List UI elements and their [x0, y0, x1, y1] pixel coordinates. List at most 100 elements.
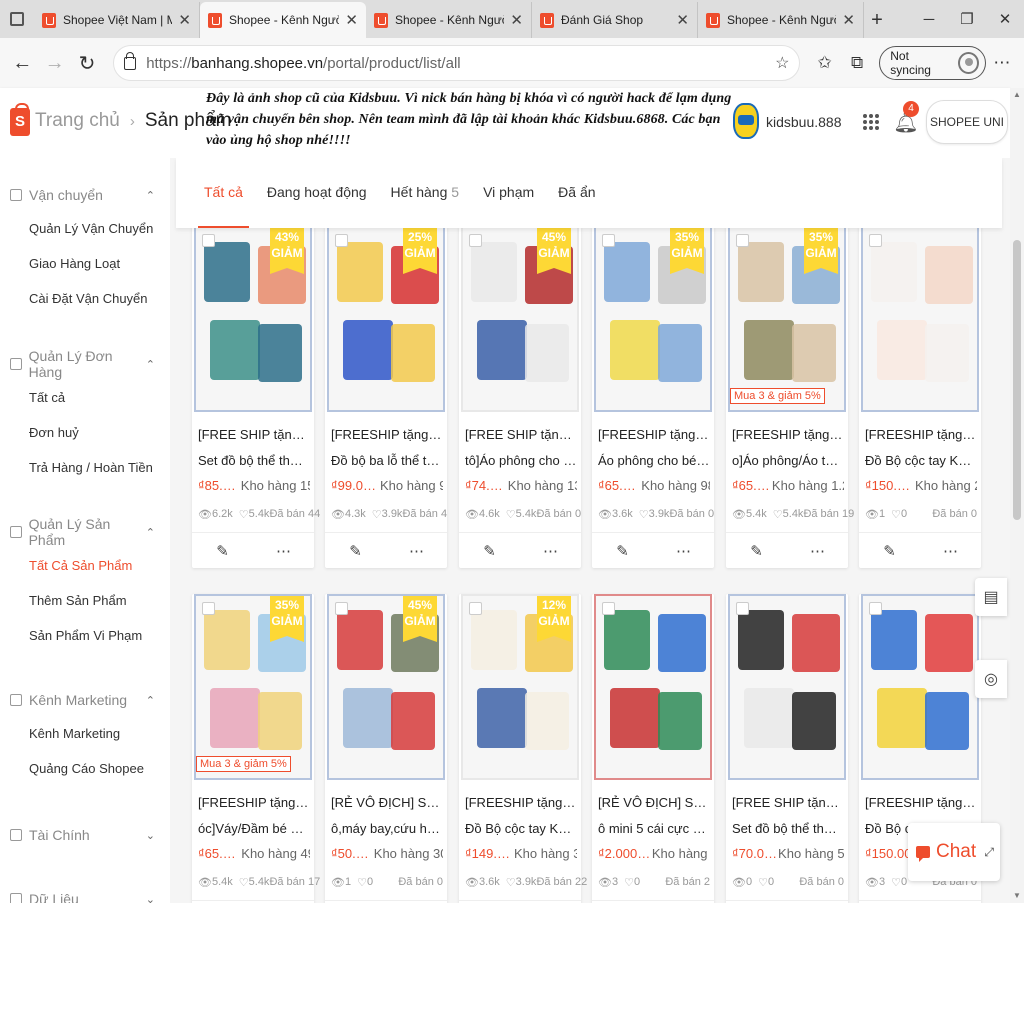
product-title[interactable]: [FREESHIP tặng ô tô] Đồ Bộ cộc tay KUT... [465, 790, 577, 842]
back-icon[interactable]: ← [6, 46, 38, 80]
product-card[interactable]: [FREE SHIP tặng ô tô] Set đồ bộ thể thao … [726, 594, 848, 903]
window-menu-icon[interactable] [0, 0, 34, 38]
edit-pencil-icon[interactable]: ✎ [592, 533, 653, 568]
chevron-up-icon[interactable]: ⌃ [146, 526, 155, 539]
sidebar-section-header[interactable]: Quản Lý Sản Phẩm ⌃ [10, 516, 155, 548]
more-options-icon[interactable]: ⋯ [920, 901, 981, 903]
product-title[interactable]: [FREE SHIP tặng ô tô tô]Áo phông cho b... [465, 422, 577, 474]
product-card[interactable]: 43% GIẢM [FREE SHIP tặng ô tô] Set đồ bộ th… [192, 226, 320, 568]
edit-pencil-icon[interactable]: ✎ [726, 533, 787, 568]
scroll-down-icon[interactable]: ▼ [1010, 889, 1024, 903]
shop-name[interactable]: kidsbuu.888 [766, 114, 842, 130]
chevron-down-icon[interactable]: ⌄ [146, 829, 155, 842]
sidebar-item[interactable]: Tất Cả Sản Phẩm [10, 548, 155, 583]
sidebar-section-header[interactable]: Vận chuyển ⌃ [10, 185, 155, 205]
product-title[interactable]: [FREE SHIP tặng ô tô] Set đồ bộ thể thao … [732, 790, 844, 842]
close-tab-icon[interactable]: ✕ [676, 11, 689, 29]
product-card[interactable]: 45% GIẢM [FREE SHIP tặng ô tô tô]Áo phông c… [459, 226, 581, 568]
close-tab-icon[interactable]: ✕ [510, 11, 523, 29]
product-title[interactable]: [RẺ VÔ ĐỊCH] Set ô t ô,máy bay,cứu hỏa ..… [331, 790, 443, 842]
chevron-up-icon[interactable]: ⌃ [146, 358, 155, 371]
product-title[interactable]: [FREESHIP tặng ô tô t o]Áo phông/Áo thu..… [732, 422, 844, 474]
browser-tab[interactable]: Shopee - Kênh Người bán ✕ [698, 2, 864, 38]
forward-icon[interactable]: → [38, 46, 70, 80]
select-checkbox[interactable] [869, 234, 882, 247]
page-scrollbar[interactable]: ▲ ▼ [1010, 88, 1024, 903]
sidebar-item[interactable]: Thêm Sản Phẩm [10, 583, 155, 618]
more-options-icon[interactable]: ⋯ [787, 901, 848, 903]
shopee-uni-button[interactable]: SHOPEE UNI [926, 100, 1008, 144]
edit-pencil-icon[interactable]: ✎ [726, 901, 787, 903]
sidebar-item[interactable]: Kênh Marketing [10, 716, 155, 751]
support-float-icon[interactable]: ◎ [975, 660, 1007, 698]
minimize-icon[interactable]: ─ [910, 0, 948, 38]
product-title[interactable]: [FREESHIP tặng kẹp t óc]Váy/Đầm bé gái ..… [198, 790, 310, 842]
browser-tab[interactable]: Shopee Việt Nam | Mua và Bá ✕ [34, 2, 200, 38]
maximize-icon[interactable]: ❐ [948, 0, 986, 38]
select-checkbox[interactable] [869, 602, 882, 615]
product-card[interactable]: 35% GIẢM Mua 3 & giảm 5% [FREESHIP tặng ô t… [726, 226, 854, 568]
select-checkbox[interactable] [736, 234, 749, 247]
edit-pencil-icon[interactable]: ✎ [592, 901, 653, 903]
product-card[interactable]: 35% GIẢM Mua 3 & giảm 5% [FREESHIP tặng kẹp… [192, 594, 320, 903]
product-image[interactable]: 12% GIẢM [461, 594, 579, 780]
sidebar-item[interactable]: Giao Hàng Loạt [10, 246, 155, 281]
product-card[interactable]: [RẺ VÔ ĐỊCH] Set ô t ô mini 5 cái cực đẹ.… [592, 594, 714, 903]
product-image[interactable]: 45% GIẢM [327, 594, 445, 780]
product-card[interactable]: 25% GIẢM [FREESHIP tặng ô tô] Đồ bộ ba lỗ t… [325, 226, 447, 568]
edit-pencil-icon[interactable]: ✎ [192, 533, 253, 568]
product-image[interactable]: 43% GIẢM [194, 226, 312, 412]
edit-pencil-icon[interactable]: ✎ [859, 533, 920, 568]
product-image[interactable] [861, 594, 979, 780]
product-tab[interactable]: Tất cả [198, 158, 249, 228]
product-card[interactable]: 35% GIẢM [FREESHIP tặng ô tô ] Áo phông cho… [592, 226, 714, 568]
product-image[interactable]: 35% GIẢM Mua 3 & giảm 5% [728, 226, 846, 412]
product-image[interactable] [728, 594, 846, 780]
sidebar-section-header[interactable]: Dữ Liệu ⌄ [10, 889, 155, 903]
select-checkbox[interactable] [736, 602, 749, 615]
product-tab[interactable]: Vi phạm [483, 158, 534, 228]
browser-tab[interactable]: Đánh Giá Shop ✕ [532, 2, 698, 38]
sidebar-item[interactable]: Đơn huỷ [10, 415, 155, 450]
product-title[interactable]: [FREESHIP tặng ô tô] Đồ bộ ba lỗ thể tha.… [331, 422, 443, 474]
sidebar-section-header[interactable]: Quản Lý Đơn Hàng ⌃ [10, 348, 155, 380]
scroll-up-icon[interactable]: ▲ [1010, 88, 1024, 102]
more-options-icon[interactable]: ⋯ [520, 901, 581, 903]
sidebar-section-header[interactable]: Tài Chính ⌄ [10, 825, 155, 845]
product-card[interactable]: 12% GIẢM [FREESHIP tặng ô tô] Đồ Bộ cộc tay… [459, 594, 587, 903]
edit-pencil-icon[interactable]: ✎ [192, 901, 253, 903]
sidebar-item[interactable]: Quảng Cáo Shopee [10, 751, 155, 786]
more-options-icon[interactable]: ⋯ [253, 901, 314, 903]
more-options-icon[interactable]: ⋯ [520, 533, 581, 568]
product-image[interactable]: 45% GIẢM [461, 226, 579, 412]
expand-chat-icon[interactable]: ⤢ [984, 845, 994, 860]
close-tab-icon[interactable]: ✕ [345, 11, 358, 29]
favorites-icon[interactable]: ✩ [808, 46, 840, 80]
add-favorite-icon[interactable]: ☆ [775, 53, 789, 73]
select-checkbox[interactable] [202, 234, 215, 247]
sidebar-item[interactable]: Quản Lý Vận Chuyển [10, 211, 155, 246]
sidebar-item[interactable]: Tất cả [10, 380, 155, 415]
edit-pencil-icon[interactable]: ✎ [325, 533, 386, 568]
new-tab-button[interactable]: + [864, 2, 890, 38]
scrollbar-thumb[interactable] [1013, 240, 1021, 520]
more-options-icon[interactable]: ⋯ [386, 533, 447, 568]
select-checkbox[interactable] [602, 234, 615, 247]
product-card[interactable]: 45% GIẢM [RẺ VÔ ĐỊCH] Set ô t ô,máy bay,cứu… [325, 594, 447, 903]
collections-icon[interactable]: ⧉ [841, 46, 873, 80]
edit-pencil-icon[interactable]: ✎ [859, 901, 920, 903]
more-options-icon[interactable]: ⋯ [253, 533, 314, 568]
select-checkbox[interactable] [335, 602, 348, 615]
product-tab[interactable]: Hết hàng 5 [391, 158, 460, 228]
more-options-icon[interactable]: ⋯ [653, 533, 714, 568]
shop-avatar[interactable] [733, 103, 759, 139]
chevron-up-icon[interactable]: ⌃ [146, 189, 155, 202]
close-window-icon[interactable]: ✕ [986, 0, 1024, 38]
edit-pencil-icon[interactable]: ✎ [459, 901, 520, 903]
chat-button[interactable]: Chat ⤢ [908, 823, 1000, 881]
product-title[interactable]: [RẺ VÔ ĐỊCH] Set ô t ô mini 5 cái cực đẹ.… [598, 790, 710, 842]
product-tab[interactable]: Đã ẩn [558, 158, 595, 228]
sidebar-section-header[interactable]: Kênh Marketing ⌃ [10, 690, 155, 710]
edit-pencil-icon[interactable]: ✎ [325, 901, 386, 903]
product-image[interactable]: 35% GIẢM [594, 226, 712, 412]
